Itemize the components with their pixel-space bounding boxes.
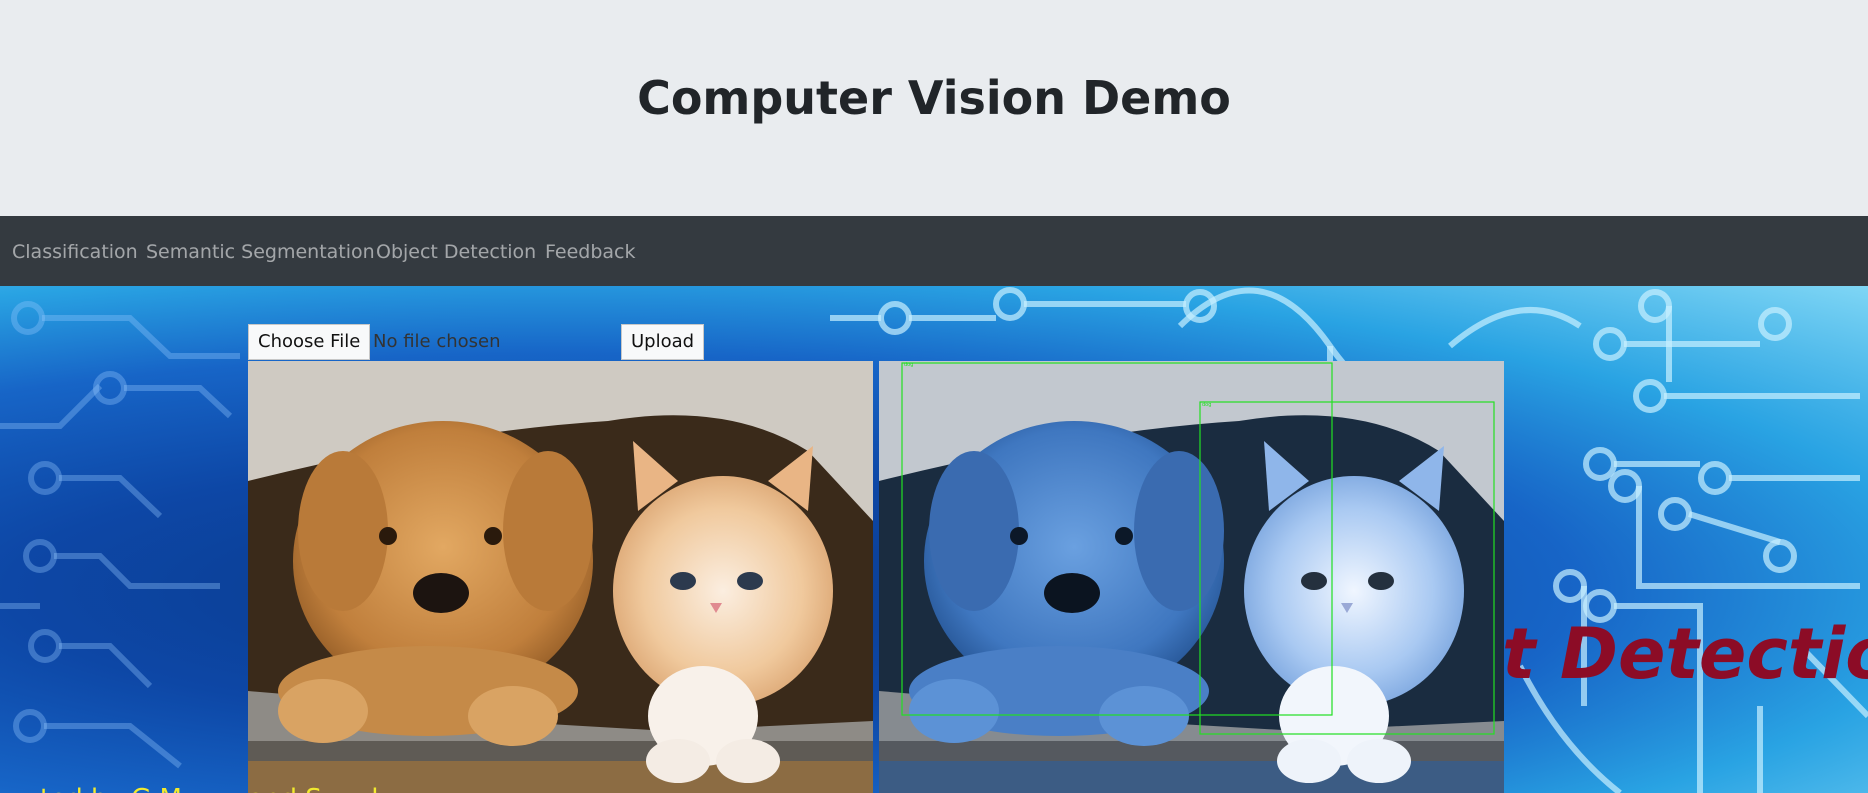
nav-item-classification[interactable]: Classification — [12, 216, 138, 288]
page-title: Computer Vision Demo — [637, 71, 1231, 125]
banner-object-detection-text: t Detection — [1502, 613, 1868, 695]
original-image-graphic — [248, 361, 873, 793]
hero-background: Choose File No file chosen Upload t Dete… — [0, 286, 1868, 793]
navbar: Classification Semantic Segmentation Obj… — [0, 216, 1868, 286]
no-file-chosen-text: No file chosen — [373, 331, 501, 352]
detection-result-graphic: dog dog — [879, 361, 1504, 793]
nav-item-semantic-segmentation[interactable]: Semantic Segmentation — [146, 216, 375, 288]
jumbotron-header: Computer Vision Demo — [0, 0, 1868, 216]
upload-button[interactable]: Upload — [621, 324, 705, 360]
credits-text: ted by G M ...... and S..... k — [40, 784, 386, 793]
detection-label: dog — [904, 362, 913, 368]
choose-file-button[interactable]: Choose File — [248, 324, 371, 360]
nav-item-object-detection[interactable]: Object Detection — [376, 216, 536, 288]
nav-item-feedback[interactable]: Feedback — [545, 216, 635, 288]
detection-label: dog — [1202, 402, 1211, 408]
original-image — [248, 361, 873, 793]
detection-result-image: dog dog — [879, 361, 1504, 793]
